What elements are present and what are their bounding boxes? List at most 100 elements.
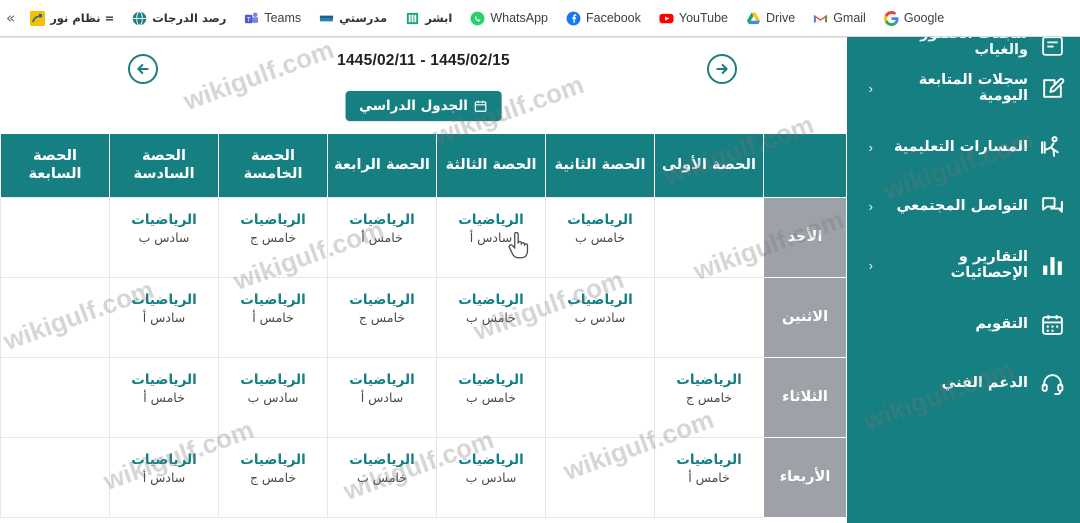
cell-class: سادس ب <box>574 309 626 325</box>
bookmark-facebook[interactable]: Facebook <box>557 5 650 31</box>
schedule-cell[interactable]: الرياضيات سادس ب <box>109 196 219 278</box>
schedule-cell[interactable] <box>0 196 110 278</box>
schedule-cell[interactable]: الرياضيات خامس ج <box>218 436 328 518</box>
chevron-left-icon: ‹ <box>868 140 873 155</box>
sidebar-item-reports-statistics[interactable]: التقارير و الإحصائيات ‹ <box>847 236 1080 295</box>
schedule-table-body: الأحد الرياضيات خامس ب الرياضيات سادس أ ال… <box>0 196 847 518</box>
schedule-cell[interactable]: الرياضيات خامس أ <box>327 196 437 278</box>
bookmark-label: مدرستي <box>339 11 388 25</box>
sidebar-item-community-communication[interactable]: التواصل المجتمعي ‹ <box>847 177 1080 236</box>
bookmark-gmail[interactable]: Gmail <box>804 5 875 31</box>
schedule-cell[interactable]: الرياضيات خامس ب <box>436 276 546 358</box>
schedule-cell[interactable]: الرياضيات سادس أ <box>109 436 219 518</box>
header-period-3[interactable]: الحصة الثالثة <box>436 134 546 197</box>
schedule-cell[interactable]: الرياضيات خامس ج <box>327 276 437 358</box>
sidebar-item-label: التقويم <box>975 315 1028 332</box>
bookmark-noor[interactable]: = نظام نور <box>21 5 123 31</box>
schedule-cell[interactable]: الرياضيات خامس أ <box>654 436 764 518</box>
headset-icon <box>1039 370 1066 397</box>
bookmark-absher[interactable]: ابشر <box>396 5 461 31</box>
bookmarks-overflow-icon[interactable]: » <box>0 9 21 27</box>
schedule-cell[interactable]: الرياضيات خامس ج <box>218 196 328 278</box>
madrasati-icon <box>319 11 334 26</box>
table-row: الثلاثاء الرياضيات خامس ج الرياضيات خامس ب… <box>0 356 847 438</box>
header-day-column <box>763 134 847 197</box>
cell-class: خامس ب <box>466 309 516 325</box>
globe-icon <box>132 10 147 26</box>
sidebar-item-technical-support[interactable]: الدعم الفني <box>847 354 1080 413</box>
teams-icon: T <box>244 11 259 26</box>
study-schedule-button[interactable]: الجدول الدراسي <box>345 91 502 121</box>
schedule-cell[interactable]: الرياضيات سادس أ <box>327 356 437 438</box>
schedule-cell[interactable]: الرياضيات خامس ب <box>545 196 655 278</box>
cell-class: خامس ج <box>249 469 297 485</box>
schedule-cell[interactable]: الرياضيات سادس أ <box>436 196 546 278</box>
cell-subject: الرياضيات <box>458 371 524 388</box>
bookmark-madrasati[interactable]: مدرستي <box>310 5 396 31</box>
bookmark-teams[interactable]: T Teams <box>235 5 310 31</box>
schedule-cell[interactable] <box>545 356 655 438</box>
schedule-cell[interactable]: الرياضيات سادس أ <box>109 276 219 358</box>
bookmark-rasd-aldarajat[interactable]: رصد الدرجات <box>123 5 235 31</box>
schedule-button-label: الجدول الدراسي <box>359 98 468 114</box>
screenshot-root: » = نظام نور رصد الدرجات T Teams مدرستي <box>0 0 1080 523</box>
header-period-4[interactable]: الحصة الرابعة <box>327 134 437 197</box>
bookmark-google[interactable]: Google <box>875 5 953 31</box>
schedule-cell[interactable] <box>0 276 110 358</box>
sidebar-item-label: المسارات التعليمية <box>893 138 1028 155</box>
cell-subject: الرياضيات <box>240 371 306 388</box>
schedule-cell[interactable]: الرياضيات خامس ج <box>654 356 764 438</box>
next-week-button[interactable] <box>707 54 737 84</box>
schedule-cell[interactable]: الرياضيات خامس ب <box>436 356 546 438</box>
cell-class: سادس أ <box>360 389 404 405</box>
browser-bookmarks-bar: » = نظام نور رصد الدرجات T Teams مدرستي <box>0 0 1080 37</box>
day-cell-monday: الاثنين <box>763 276 847 358</box>
weekly-schedule-table: الحصة الأولى الحصة الثانية الحصة الثالثة… <box>0 134 847 518</box>
cell-subject: الرياضيات <box>458 211 524 228</box>
schedule-cell[interactable] <box>0 436 110 518</box>
schedule-cell[interactable] <box>654 196 764 278</box>
header-period-7[interactable]: الحصة السابعة <box>0 134 110 197</box>
header-period-6[interactable]: الحصة السادسة <box>109 134 219 197</box>
absher-icon <box>405 11 420 26</box>
bookmark-whatsapp[interactable]: WhatsApp <box>461 5 557 31</box>
bookmark-label: Facebook <box>585 11 641 25</box>
cell-subject: الرياضيات <box>131 211 197 228</box>
cell-class: سادس ب <box>465 469 517 485</box>
table-header-row: الحصة الأولى الحصة الثانية الحصة الثالثة… <box>0 134 847 197</box>
cell-subject: الرياضيات <box>458 451 524 468</box>
sidebar-item-daily-followup-records[interactable]: سجلات المتابعة اليومية ‹ <box>847 59 1080 118</box>
sidebar-item-calendar[interactable]: التقويم <box>847 295 1080 354</box>
youtube-icon <box>659 11 674 26</box>
bookmark-drive[interactable]: Drive <box>737 5 804 31</box>
bookmark-label: Gmail <box>833 11 866 25</box>
schedule-cell[interactable] <box>654 276 764 358</box>
schedule-cell[interactable] <box>0 356 110 438</box>
schedule-cell[interactable]: الرياضيات سادس ب <box>218 356 328 438</box>
day-cell-sunday: الأحد <box>763 196 847 278</box>
cell-class: خامس ب <box>575 229 625 245</box>
schedule-cell[interactable] <box>545 436 655 518</box>
cell-subject: الرياضيات <box>349 451 415 468</box>
schedule-cell[interactable]: الرياضيات خامس ب <box>327 436 437 518</box>
schedule-cell[interactable]: الرياضيات سادس ب <box>436 436 546 518</box>
cell-class: سادس ب <box>138 229 190 245</box>
schedule-cell[interactable]: الرياضيات سادس ب <box>545 276 655 358</box>
header-period-1[interactable]: الحصة الأولى <box>654 134 764 197</box>
schedule-cell[interactable]: الرياضيات خامس أ <box>109 356 219 438</box>
header-period-5[interactable]: الحصة الخامسة <box>218 134 328 197</box>
cell-class: خامس أ <box>688 469 730 485</box>
sidebar-item-label: سجلات المتابعة اليومية <box>918 71 1028 104</box>
bookmark-label: رصد الدرجات <box>152 11 227 25</box>
cell-subject: الرياضيات <box>240 291 306 308</box>
bookmark-youtube[interactable]: YouTube <box>650 5 737 31</box>
facebook-icon <box>566 11 581 26</box>
cell-subject: الرياضيات <box>240 451 306 468</box>
sidebar-item-educational-pathways[interactable]: المسارات التعليمية ‹ <box>847 118 1080 177</box>
cell-class: سادس أ <box>469 229 513 245</box>
header-period-2[interactable]: الحصة الثانية <box>545 134 655 197</box>
schedule-cell[interactable]: الرياضيات خامس أ <box>218 276 328 358</box>
sidebar-item-attendance-records[interactable]: سجلات الحضور والغياب <box>847 37 1080 59</box>
cell-class: سادس أ <box>142 469 186 485</box>
bar-chart-icon <box>1039 252 1066 279</box>
